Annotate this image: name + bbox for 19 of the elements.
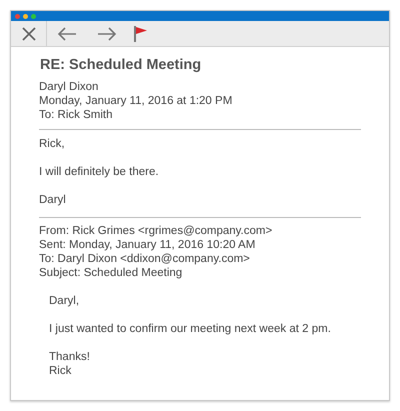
email-subject: RE: Scheduled Meeting xyxy=(40,56,202,74)
header-line: Subject: Scheduled Meeting xyxy=(39,266,184,280)
header-line: Sent: Monday, January 11, 2016 10:20 AM xyxy=(39,238,256,252)
body-text: Daryl, xyxy=(49,294,80,308)
body-text: I will definitely be there. xyxy=(39,165,160,179)
header-line: To: Rick Smith xyxy=(39,108,114,122)
body-text: Thanks! xyxy=(49,350,91,364)
body-text: Rick xyxy=(49,364,72,378)
body-text: Daryl xyxy=(39,193,67,207)
header-line: From: Rick Grimes <rgrimes@company.com> xyxy=(39,224,274,238)
body-text: I just wanted to confirm our meeting next week at 2 pm. xyxy=(49,322,332,336)
close-icon[interactable] xyxy=(20,26,36,42)
header-line: Monday, January 11, 2016 at 1:20 PM xyxy=(39,94,234,108)
body-text: Rick, xyxy=(39,137,66,151)
header-line: Daryl Dixon xyxy=(39,80,100,94)
header-line: To: Daryl Dixon <ddixon@company.com> xyxy=(39,252,251,266)
arrow-left-icon[interactable] xyxy=(57,26,77,40)
arrow-right-icon[interactable] xyxy=(97,26,117,40)
flag-icon[interactable] xyxy=(133,24,149,42)
